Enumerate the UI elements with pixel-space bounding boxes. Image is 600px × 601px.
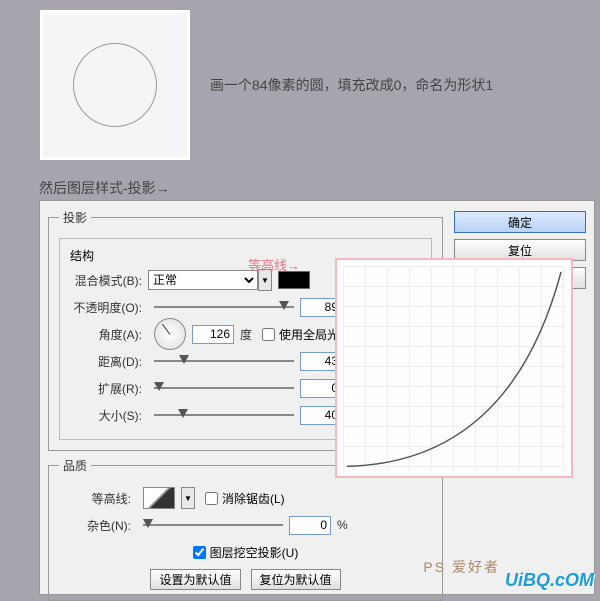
distance-slider[interactable] bbox=[154, 353, 294, 369]
blend-label: 混合模式(B): bbox=[70, 272, 142, 289]
noise-input[interactable] bbox=[289, 516, 331, 535]
watermark-text-2: PS 爱好者 bbox=[423, 557, 500, 577]
angle-input[interactable] bbox=[192, 325, 234, 344]
angle-unit: 度 bbox=[240, 326, 252, 343]
circle-shape bbox=[73, 43, 157, 127]
blend-mode-select[interactable]: 正常 bbox=[148, 270, 258, 290]
noise-unit: % bbox=[337, 518, 348, 532]
curve-path bbox=[343, 266, 565, 470]
spread-slider[interactable] bbox=[154, 380, 294, 396]
watermark-text: UiBQ.cOM bbox=[505, 570, 594, 591]
sample-preview bbox=[40, 10, 190, 160]
quality-legend: 品质 bbox=[59, 457, 91, 474]
noise-label: 杂色(N): bbox=[59, 517, 131, 534]
set-default-button[interactable]: 设置为默认值 bbox=[150, 569, 240, 590]
curve-callout-label: 等高线→ bbox=[248, 255, 300, 274]
contour-thumbnail[interactable] bbox=[143, 487, 175, 509]
contour-dropdown-icon[interactable]: ▼ bbox=[181, 487, 195, 509]
instruction-text-2: 然后图层样式-投影→ bbox=[39, 178, 170, 198]
contour-label: 等高线: bbox=[59, 490, 131, 507]
global-light-checkbox[interactable] bbox=[262, 328, 275, 341]
size-label: 大小(S): bbox=[70, 407, 142, 424]
knockout-checkbox[interactable] bbox=[193, 546, 206, 559]
knockout-label: 图层挖空投影(U) bbox=[210, 544, 299, 561]
contour-curve-panel bbox=[335, 258, 573, 478]
instruction-text-1: 画一个84像素的圆，填充改成0，命名为形状1 bbox=[210, 75, 493, 95]
antialias-label: 消除锯齿(L) bbox=[222, 490, 285, 507]
opacity-slider[interactable] bbox=[154, 299, 294, 315]
spread-label: 扩展(R): bbox=[70, 380, 142, 397]
ok-button[interactable]: 确定 bbox=[454, 211, 586, 233]
angle-label: 角度(A): bbox=[70, 326, 142, 343]
angle-dial[interactable] bbox=[154, 318, 186, 350]
reset-default-button[interactable]: 复位为默认值 bbox=[251, 569, 341, 590]
opacity-label: 不透明度(O): bbox=[70, 299, 142, 316]
quality-group: 品质 等高线: ▼ 消除锯齿(L) 杂色(N): % 图层挖空投影(U) 设置为… bbox=[48, 457, 443, 601]
shadow-legend: 投影 bbox=[59, 209, 91, 226]
distance-label: 距离(D): bbox=[70, 353, 142, 370]
noise-slider[interactable] bbox=[143, 517, 283, 533]
size-slider[interactable] bbox=[154, 407, 294, 423]
antialias-checkbox[interactable] bbox=[205, 492, 218, 505]
